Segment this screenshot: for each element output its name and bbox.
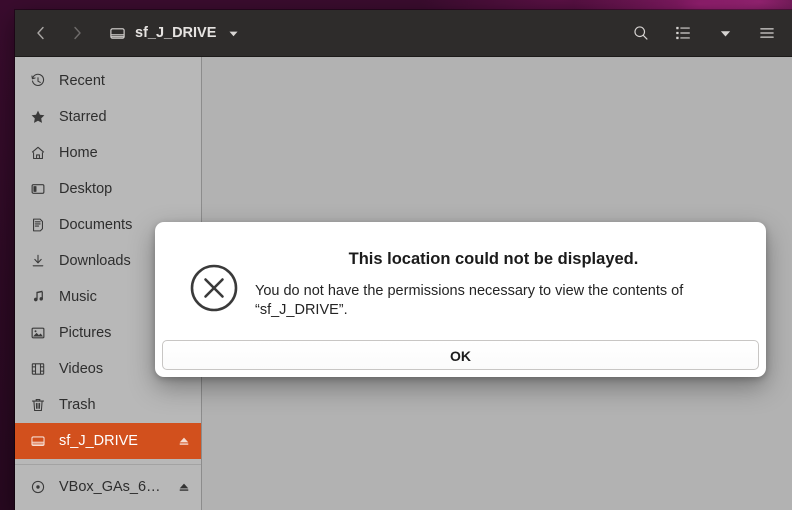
download-icon bbox=[27, 253, 49, 269]
list-view-icon bbox=[674, 24, 692, 42]
sidebar-item-trash[interactable]: Trash bbox=[15, 387, 201, 423]
sidebar-item-label: Starred bbox=[59, 109, 107, 125]
sidebar-item-label: Home bbox=[59, 145, 98, 161]
dialog-body: This location could not be displayed. Yo… bbox=[155, 222, 766, 330]
picture-icon bbox=[27, 325, 49, 341]
sidebar-item-recent[interactable]: Recent bbox=[15, 63, 201, 99]
film-icon bbox=[27, 361, 49, 377]
main-menu-button[interactable] bbox=[752, 17, 782, 49]
dialog-actions: OK bbox=[155, 330, 766, 377]
drive-harddisk-icon bbox=[27, 433, 49, 449]
sidebar-divider bbox=[15, 464, 201, 465]
file-manager-window: sf_J_DRIVE Recent Starred Home Desktop D… bbox=[15, 10, 792, 510]
view-options-button[interactable] bbox=[710, 17, 740, 49]
desktop-icon bbox=[27, 181, 49, 197]
chevron-left-icon bbox=[33, 25, 49, 41]
trash-icon bbox=[27, 397, 49, 413]
sidebar-item-home[interactable]: Home bbox=[15, 135, 201, 171]
sidebar-item-starred[interactable]: Starred bbox=[15, 99, 201, 135]
chevron-right-icon bbox=[69, 25, 85, 41]
eject-icon[interactable] bbox=[177, 481, 191, 493]
dialog-message: You do not have the permissions necessar… bbox=[255, 283, 684, 319]
sidebar-item-label: sf_J_DRIVE bbox=[59, 433, 138, 449]
list-view-button[interactable] bbox=[668, 17, 698, 49]
header-actions bbox=[626, 17, 792, 49]
hamburger-menu-icon bbox=[758, 24, 776, 42]
sidebar-item-label: Desktop bbox=[59, 181, 113, 197]
document-icon bbox=[27, 217, 49, 233]
music-note-icon bbox=[27, 289, 49, 305]
error-dialog: This location could not be displayed. Yo… bbox=[155, 222, 766, 378]
sidebar-item-label: Recent bbox=[59, 73, 105, 89]
sidebar-item-label: Trash bbox=[59, 397, 96, 413]
star-icon bbox=[27, 109, 49, 125]
sidebar-item-desktop[interactable]: Desktop bbox=[15, 171, 201, 207]
optical-disc-icon bbox=[27, 479, 49, 495]
dialog-title: This location could not be displayed. bbox=[348, 250, 639, 268]
location-title-button[interactable]: sf_J_DRIVE bbox=[109, 25, 239, 42]
clock-icon bbox=[27, 73, 49, 89]
search-icon bbox=[632, 24, 650, 42]
forward-button[interactable] bbox=[59, 16, 95, 50]
dialog-text: This location could not be displayed. Yo… bbox=[249, 250, 742, 320]
page-title: sf_J_DRIVE bbox=[135, 25, 217, 41]
header-nav-group bbox=[15, 16, 95, 50]
sidebar-item-label: VBox_GAs_6… bbox=[59, 479, 161, 495]
ok-button[interactable]: OK bbox=[162, 340, 759, 371]
header-bar: sf_J_DRIVE bbox=[15, 10, 792, 57]
sidebar-item-sf-j-drive[interactable]: sf_J_DRIVE bbox=[15, 423, 201, 459]
error-circle-x-icon bbox=[179, 250, 249, 320]
chevron-down-icon bbox=[228, 28, 239, 39]
home-icon bbox=[27, 145, 49, 161]
drive-harddisk-icon bbox=[109, 25, 126, 42]
search-button[interactable] bbox=[626, 17, 656, 49]
view-options-chevron-down-icon bbox=[719, 27, 732, 40]
back-button[interactable] bbox=[23, 16, 59, 50]
sidebar-item-vbox-gas[interactable]: VBox_GAs_6… bbox=[15, 469, 201, 505]
eject-icon[interactable] bbox=[177, 435, 191, 447]
